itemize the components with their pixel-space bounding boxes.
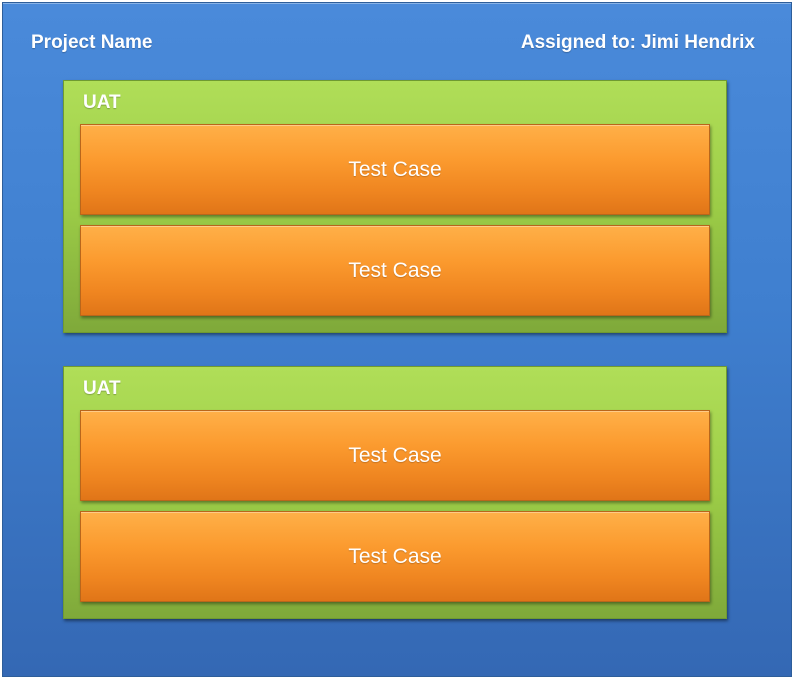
project-name: Project Name [31,32,153,53]
test-case-box[interactable]: Test Case [80,124,710,215]
test-case-box[interactable]: Test Case [80,410,710,501]
test-case-label: Test Case [348,157,442,181]
test-case-box[interactable]: Test Case [80,225,710,316]
test-case-label: Test Case [348,258,442,282]
test-case-label: Test Case [348,443,442,467]
uat-group: UAT Test Case Test Case [63,80,727,333]
project-container: Project Name Assigned to: Jimi Hendrix UA… [2,2,792,677]
assigned-to-label: Assigned to: [520,32,636,53]
assigned-to: Assigned to: Jimi Hendrix [521,31,755,55]
test-case-label: Test Case [348,544,442,568]
group-title: UAT [83,92,121,113]
test-case-box[interactable]: Test Case [80,511,710,602]
uat-group: UAT Test Case Test Case [63,366,727,619]
assignee-name: Jimi Hendrix [640,32,755,53]
group-title: UAT [83,378,121,399]
